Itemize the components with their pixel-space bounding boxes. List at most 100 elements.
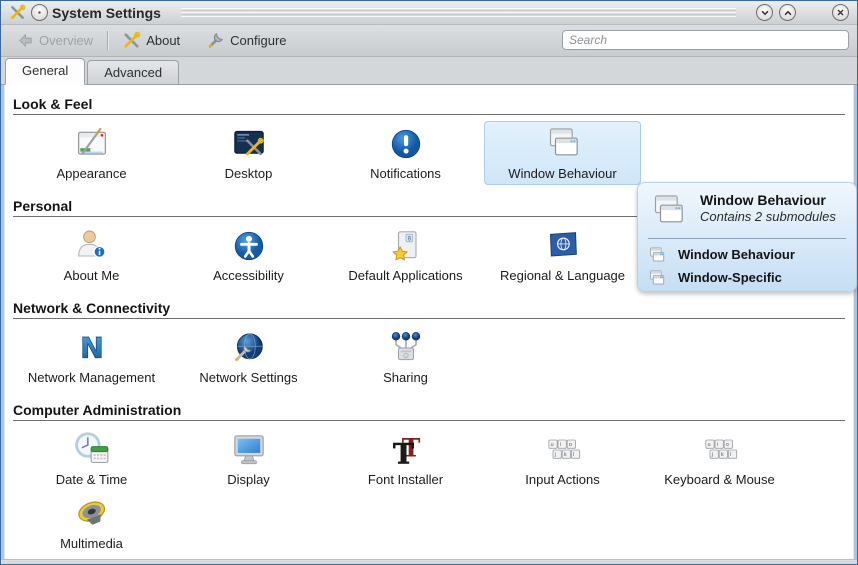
svg-text:N: N xyxy=(80,332,104,365)
close-icon xyxy=(836,8,845,17)
toolbar-separator xyxy=(107,31,108,51)
window-behaviour-icon xyxy=(648,246,666,264)
module-label: Keyboard & Mouse xyxy=(664,472,775,487)
accessibility-icon xyxy=(229,225,269,267)
module-sharing[interactable]: Sharing xyxy=(327,325,484,389)
module-keyboard-mouse[interactable]: uio jkl Keyboard & Mouse xyxy=(641,427,798,491)
about-me-icon xyxy=(72,225,112,267)
svg-text:o: o xyxy=(568,442,571,448)
module-label: About Me xyxy=(64,268,120,283)
default-applications-icon: 8 xyxy=(386,225,426,267)
appearance-icon xyxy=(72,123,112,165)
module-about-me[interactable]: About Me xyxy=(13,223,170,287)
svg-text:k: k xyxy=(720,452,723,458)
svg-text:k: k xyxy=(563,452,566,458)
multimedia-icon xyxy=(72,493,112,535)
about-label: About xyxy=(146,33,180,48)
module-date-time[interactable]: Date & Time xyxy=(13,427,170,491)
module-label: Regional & Language xyxy=(500,268,625,283)
main-toolbar: Overview About Configure xyxy=(1,25,857,57)
font-installer-icon: T T xyxy=(386,429,426,471)
section-network-connectivity: Network & Connectivity N Network Managem… xyxy=(13,300,845,393)
module-desktop[interactable]: Desktop xyxy=(170,121,327,185)
configure-button[interactable]: Configure xyxy=(200,28,292,53)
module-label: Notifications xyxy=(370,166,441,181)
module-label: Display xyxy=(227,472,270,487)
sharing-icon xyxy=(386,327,426,369)
module-label: Network Settings xyxy=(199,370,297,385)
system-settings-window: System Settings xyxy=(0,0,858,565)
svg-text:j: j xyxy=(553,452,555,458)
tooltip-title: Window Behaviour xyxy=(700,191,836,209)
module-input-actions[interactable]: uio jkl Input Actions xyxy=(484,427,641,491)
submodule-window-behaviour[interactable]: Window Behaviour xyxy=(648,243,846,266)
display-icon xyxy=(229,429,269,471)
app-tools-icon xyxy=(9,4,26,21)
module-default-applications[interactable]: 8 Default Applications xyxy=(327,223,484,287)
maximize-button[interactable] xyxy=(779,4,796,21)
module-label: Sharing xyxy=(383,370,428,385)
tab-general[interactable]: General xyxy=(5,58,85,85)
module-label: Appearance xyxy=(56,166,126,181)
module-appearance[interactable]: Appearance xyxy=(13,121,170,185)
module-label: Default Applications xyxy=(348,268,462,283)
module-label: Input Actions xyxy=(525,472,599,487)
submodule-window-specific[interactable]: Window-Specific xyxy=(648,266,846,289)
submodule-label: Window-Specific xyxy=(678,270,782,285)
keyboard-icon: uio jkl xyxy=(700,429,740,471)
svg-text:l: l xyxy=(573,452,574,458)
minimize-button[interactable] xyxy=(756,4,773,21)
svg-text:T: T xyxy=(392,436,413,470)
section-computer-administration: Computer Administration xyxy=(13,402,845,559)
section-title: Look & Feel xyxy=(13,96,845,115)
titlebar-grip-lines xyxy=(181,8,736,17)
tab-advanced[interactable]: Advanced xyxy=(87,60,179,84)
module-window-behaviour[interactable]: Window Behaviour xyxy=(484,121,641,185)
module-regional-language[interactable]: Regional & Language xyxy=(484,223,641,287)
window-behaviour-icon xyxy=(648,269,666,287)
title-bar[interactable]: System Settings xyxy=(1,1,857,25)
section-title: Computer Administration xyxy=(13,402,845,421)
module-font-installer[interactable]: T T Font Installer xyxy=(327,427,484,491)
svg-text:u: u xyxy=(707,442,710,448)
module-network-management[interactable]: N Network Management xyxy=(13,325,170,389)
modules-view: Look & Feel Appearanc xyxy=(4,85,854,559)
module-display[interactable]: Display xyxy=(170,427,327,491)
module-label: Date & Time xyxy=(56,472,128,487)
close-button[interactable] xyxy=(832,4,849,21)
crossed-tools-icon xyxy=(122,31,141,50)
tooltip-separator xyxy=(648,238,846,239)
module-multimedia[interactable]: Multimedia xyxy=(13,491,170,555)
date-time-icon xyxy=(72,429,112,471)
section-look-and-feel: Look & Feel Appearanc xyxy=(13,96,845,189)
overview-label: Overview xyxy=(39,33,93,48)
section-title: Network & Connectivity xyxy=(13,300,845,319)
regional-language-icon xyxy=(543,225,583,267)
module-label: Font Installer xyxy=(368,472,443,487)
module-label: Accessibility xyxy=(213,268,284,283)
search-input[interactable] xyxy=(562,30,849,50)
svg-text:i: i xyxy=(559,442,560,448)
module-network-settings[interactable]: Network Settings xyxy=(170,325,327,389)
all-desktops-button[interactable] xyxy=(31,4,48,21)
about-button[interactable]: About xyxy=(116,28,186,53)
chevron-down-icon xyxy=(760,8,770,18)
keyboard-icon: uio jkl xyxy=(543,429,583,471)
window-behaviour-icon xyxy=(543,123,583,165)
chevron-up-icon xyxy=(783,8,793,18)
svg-text:j: j xyxy=(710,452,712,458)
svg-text:l: l xyxy=(730,452,731,458)
status-bar xyxy=(1,559,857,565)
module-label: Network Management xyxy=(28,370,155,385)
circle-dot-icon xyxy=(35,8,44,17)
back-arrow-icon xyxy=(17,32,34,49)
module-label: Desktop xyxy=(225,166,273,181)
module-notifications[interactable]: Notifications xyxy=(327,121,484,185)
module-label: Multimedia xyxy=(60,536,123,551)
tab-bar: General Advanced xyxy=(1,57,857,85)
svg-text:o: o xyxy=(725,442,728,448)
window-frame-left xyxy=(1,25,4,564)
overview-button[interactable]: Overview xyxy=(11,29,99,52)
module-accessibility[interactable]: Accessibility xyxy=(170,223,327,287)
window-behaviour-icon xyxy=(648,191,688,231)
